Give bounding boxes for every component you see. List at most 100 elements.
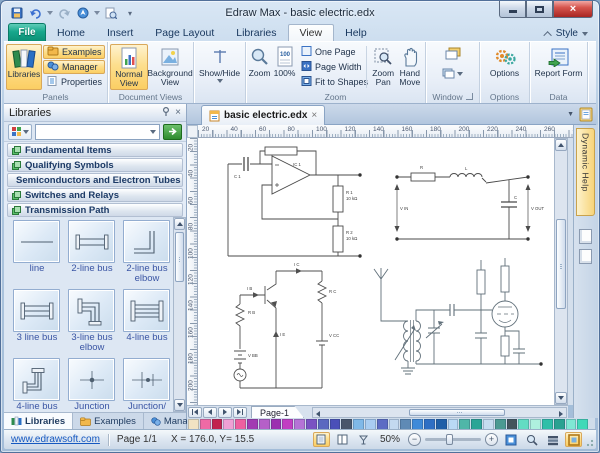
window-dialog-launcher-icon[interactable] [466, 93, 473, 100]
zoom-area-button[interactable] [523, 432, 540, 447]
scrollbar-thumb[interactable] [556, 219, 566, 309]
tab-help[interactable]: Help [334, 24, 378, 41]
category-transmission-path[interactable]: Transmission Path [7, 203, 183, 217]
one-page-button[interactable]: One Page [298, 45, 362, 59]
style-button[interactable]: Style [546, 28, 588, 39]
panel-close-icon[interactable]: × [175, 107, 181, 118]
search-go-button[interactable] [163, 124, 182, 140]
dynamic-help-icon[interactable] [578, 106, 594, 123]
group-options: Options Options [480, 42, 530, 103]
dynamic-help-tab[interactable]: Dynamic Help [576, 128, 595, 216]
zoom-in-button[interactable]: + [485, 433, 498, 446]
svg-text:R: R [420, 165, 423, 170]
symbol-label: line [9, 264, 65, 274]
symbol-3-line-bus[interactable] [13, 289, 60, 332]
outline-view-mode-button[interactable] [334, 432, 351, 447]
category-switches-relays[interactable]: Switches and Relays [7, 188, 183, 202]
previous-page-button[interactable] [203, 407, 217, 418]
symbol-line[interactable] [13, 220, 60, 263]
full-screen-button[interactable] [565, 432, 582, 447]
resize-grip[interactable] [584, 437, 594, 447]
scroll-down-button[interactable] [174, 399, 185, 411]
ruler-number: 100 [316, 126, 327, 133]
pin-icon[interactable] [162, 107, 170, 119]
canvas-horizontal-scrollbar[interactable] [312, 407, 567, 418]
show-hide-button[interactable]: Show/Hide [197, 44, 243, 90]
tab-page-layout[interactable]: Page Layout [144, 24, 225, 41]
help-page-icon[interactable] [579, 229, 592, 244]
scroll-right-icon[interactable] [559, 411, 563, 417]
zoom-button[interactable]: Zoom [248, 44, 271, 90]
page-width-button[interactable]: Page Width [298, 60, 362, 74]
scrollbar-thumb[interactable] [409, 409, 505, 416]
category-semiconductors[interactable]: Semiconductors and Electron Tubes [7, 173, 183, 187]
one-page-icon [301, 46, 312, 58]
drawing-page[interactable]: IC 1 C 1 R 1 10 kΩ R 2 10 kΩ [198, 138, 554, 405]
report-form-button[interactable]: Report Form [534, 44, 584, 90]
tab-view[interactable]: View [288, 24, 335, 41]
print-preview-mode-button[interactable] [355, 432, 372, 447]
properties-button[interactable]: Properties [43, 75, 105, 89]
canvas-vertical-scrollbar[interactable] [554, 138, 568, 405]
zoom-slider[interactable] [425, 438, 481, 441]
zoom-out-button[interactable]: − [408, 433, 421, 446]
bottom-tab-examples[interactable]: Examples [73, 413, 144, 429]
minimize-button[interactable] [499, 1, 526, 18]
help-page-icon[interactable] [579, 249, 592, 264]
symbol-grid-scrollbar[interactable] [173, 217, 186, 412]
scroll-left-icon[interactable] [316, 411, 320, 417]
tab-home[interactable]: Home [46, 24, 96, 41]
scroll-up-button[interactable] [555, 139, 567, 151]
library-view-button[interactable] [8, 124, 32, 140]
svg-text:R 2: R 2 [346, 230, 353, 235]
bottom-tab-libraries[interactable]: Libraries [4, 413, 73, 429]
zoom-pan-button[interactable]: Zoom Pan [371, 44, 396, 90]
status-zoom-controls: 50% − + [313, 432, 596, 447]
category-qualifying-symbols[interactable]: Qualifying Symbols [7, 158, 183, 172]
page-tab[interactable]: Page-1 [251, 406, 304, 418]
background-view-button[interactable]: Background View [149, 44, 191, 90]
scrollbar-thumb[interactable] [175, 232, 184, 282]
website-link[interactable]: www.edrawsoft.com [11, 434, 100, 445]
scroll-up-button[interactable] [174, 218, 185, 230]
pages-list-button[interactable] [544, 432, 561, 447]
arrange-dropdown-icon [457, 72, 463, 76]
circuit-drawing[interactable]: IC 1 C 1 R 1 10 kΩ R 2 10 kΩ [198, 138, 554, 405]
examples-button[interactable]: Examples [43, 45, 105, 59]
tab-insert[interactable]: Insert [96, 24, 144, 41]
tab-list-dropdown-icon[interactable]: ▼ [567, 111, 574, 118]
manager-button[interactable]: Manager [43, 60, 105, 74]
tab-libraries[interactable]: Libraries [225, 24, 287, 41]
library-search-input[interactable] [35, 124, 160, 140]
libraries-button[interactable]: Libraries [6, 44, 42, 90]
symbol-2-line-bus[interactable] [68, 220, 115, 263]
symbol-4-line-bus[interactable] [123, 289, 170, 332]
normal-view-button[interactable]: Normal View [110, 44, 148, 90]
close-button[interactable]: × [553, 1, 593, 18]
document-close-icon[interactable]: × [311, 110, 317, 121]
document-tab[interactable]: basic electric.edx × [201, 105, 325, 125]
scroll-down-button[interactable] [555, 392, 567, 404]
category-fundamental-items[interactable]: Fundamental Items [7, 143, 183, 157]
symbol-junction-2[interactable] [123, 358, 170, 401]
symbol-2-line-bus-elbow[interactable] [123, 220, 170, 263]
last-page-button[interactable] [233, 407, 247, 418]
fit-to-shapes-button[interactable]: Fit to Shapes [298, 75, 362, 89]
tab-file[interactable]: File [8, 23, 46, 41]
options-button[interactable]: Options [483, 44, 527, 90]
zoom-100-button[interactable]: 100 100% [272, 44, 297, 90]
symbol-4-line-bus-elbow[interactable] [13, 358, 60, 401]
new-window-button[interactable] [445, 47, 461, 65]
normal-view-mode-button[interactable] [313, 432, 330, 447]
hand-move-button[interactable]: Hand Move [397, 44, 423, 90]
next-page-button[interactable] [218, 407, 232, 418]
arrange-windows-button[interactable] [442, 68, 463, 79]
first-page-button[interactable] [188, 407, 202, 418]
fit-page-button[interactable] [502, 432, 519, 447]
symbol-junction[interactable] [68, 358, 115, 401]
ribbon: Libraries Examples Manager Properties [4, 41, 596, 104]
zoom-slider-thumb[interactable] [446, 434, 453, 445]
page-width-icon [301, 61, 312, 73]
maximize-button[interactable] [526, 1, 553, 18]
symbol-3-line-bus-elbow[interactable] [68, 289, 115, 332]
